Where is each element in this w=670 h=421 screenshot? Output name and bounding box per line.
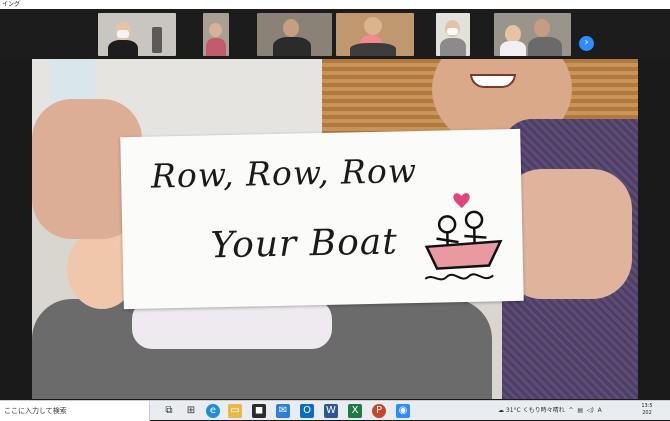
clock-time: 13:5 [626, 403, 668, 410]
boat-drawing-icon [421, 189, 513, 291]
outlook-icon[interactable]: O [300, 404, 314, 418]
card-title-line2: Your Boat [210, 221, 398, 266]
word-icon[interactable]: W [324, 404, 338, 418]
windows-taskbar: ここに入力して検索 ⧉ ⊞ e ▭ ◼ ✉ O W X P ◉ ☁ 31°C く… [0, 400, 670, 420]
participant-thumbnail[interactable] [203, 13, 229, 56]
edge-browser-icon[interactable]: e [206, 404, 220, 418]
powerpoint-icon[interactable]: P [372, 404, 386, 418]
participant-thumbnail[interactable] [494, 13, 571, 56]
task-view-icon[interactable]: ⧉ [162, 404, 176, 418]
system-clock[interactable]: 13:5 202 [626, 403, 668, 417]
network-icon[interactable]: ▤ [575, 407, 583, 414]
system-tray: ☁ 31°C くもり時々晴れ ^ ▤ ◁) A [498, 401, 602, 421]
participant-thumbnail[interactable] [436, 13, 470, 56]
next-page-icon[interactable]: › [579, 36, 594, 51]
card-title-line1: Row, Row, Row [151, 151, 418, 196]
file-explorer-icon[interactable]: ▭ [228, 404, 242, 418]
search-placeholder: ここに入力して検索 [4, 407, 67, 415]
weather-icon[interactable]: ☁ [498, 407, 504, 414]
window-title-bar: イング [0, 0, 670, 9]
ime-icon[interactable]: A [596, 407, 602, 414]
participant-thumbnail[interactable] [98, 13, 176, 56]
excel-icon[interactable]: X [348, 404, 362, 418]
window-title: イング [2, 1, 20, 8]
song-card: Row, Row, Row Your Boat [120, 129, 524, 309]
tray-chevron-icon[interactable]: ^ [567, 407, 574, 414]
video-gallery-strip: › [0, 9, 670, 58]
zoom-icon[interactable]: ◉ [396, 404, 410, 418]
volume-icon[interactable]: ◁) [585, 407, 594, 414]
participant-thumbnail[interactable] [336, 13, 414, 56]
taskbar-search-input[interactable]: ここに入力して検索 [0, 401, 150, 421]
widgets-icon[interactable]: ⊞ [184, 404, 198, 418]
speaker-mouth [470, 74, 516, 88]
mail-icon[interactable]: ✉ [276, 404, 290, 418]
store-icon[interactable]: ◼ [252, 404, 266, 418]
participant-thumbnail[interactable] [257, 13, 332, 56]
clock-date: 202 [626, 410, 668, 417]
active-speaker-video: Row, Row, Row Your Boat [32, 59, 638, 399]
weather-text[interactable]: 31°C くもり時々晴れ [506, 407, 565, 414]
